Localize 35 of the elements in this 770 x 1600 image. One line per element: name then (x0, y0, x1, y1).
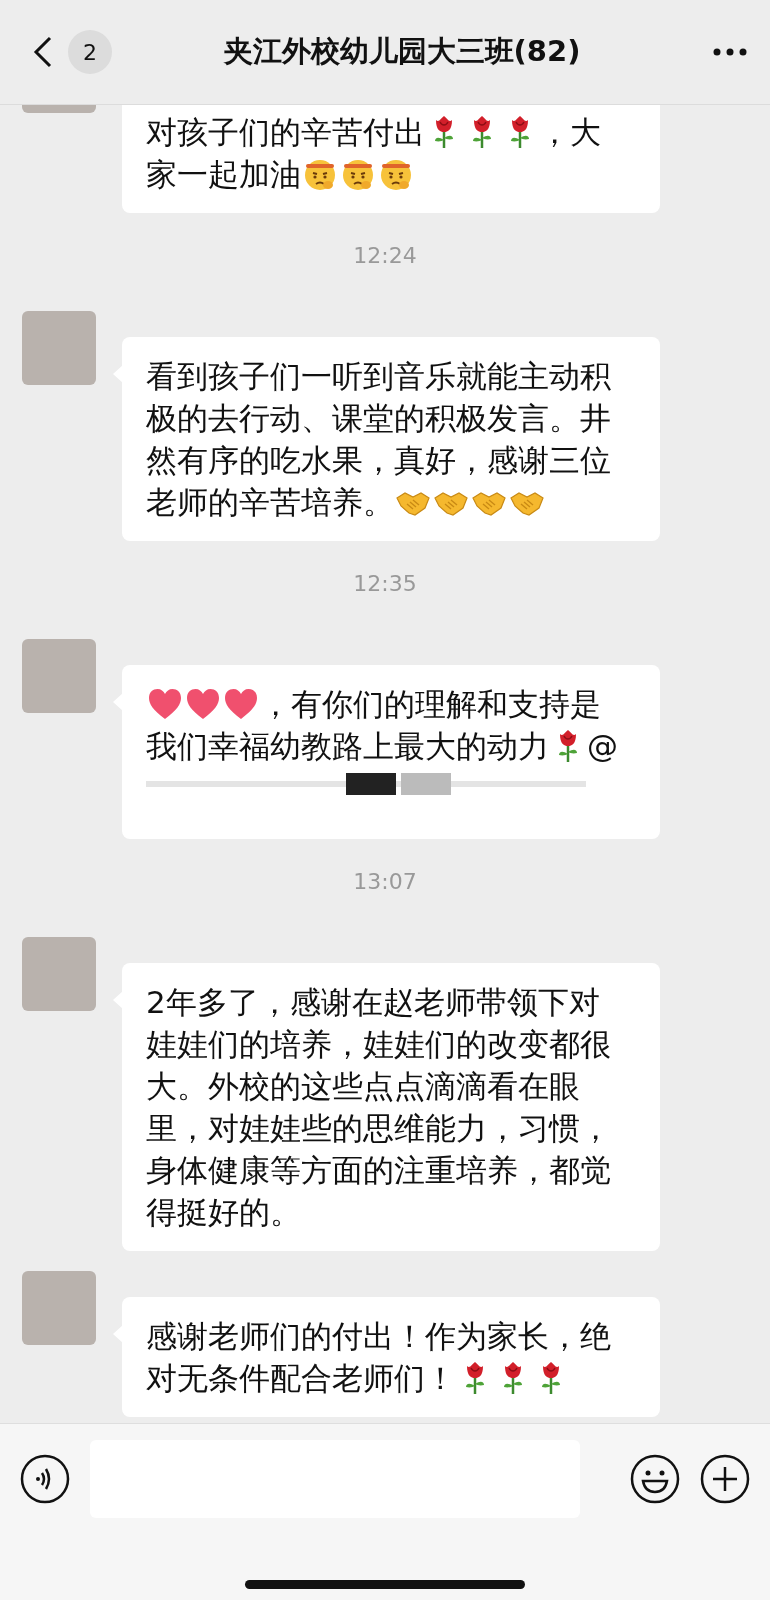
message-text: 家一起加油 (146, 155, 301, 194)
message-text: 2年多了，感谢在赵老师带领下对 (146, 983, 600, 1022)
heart-icon (147, 686, 183, 722)
message-text: 里，对娃娃些的思维能力，习惯， (146, 1109, 611, 1148)
message-text: 我们幸福幼教路上最大的动力 (146, 727, 549, 766)
message-text: 然有序的吃水果，真好，感谢三位 (146, 441, 611, 480)
message-text: 看到孩子们一听到音乐就能主动积 (146, 357, 611, 396)
message-text: 大。外校的这些点点滴滴看在眼 (146, 1067, 580, 1106)
plus-icon[interactable] (700, 1454, 750, 1504)
message-text: 极的去行动、课堂的积极发言。井 (146, 399, 611, 438)
timestamp: 13:07 (353, 869, 417, 895)
message-text: 对无条件配合老师们！ (146, 1359, 456, 1398)
more-icon[interactable] (712, 47, 748, 57)
message-text: 身体健康等方面的注重培养，都觉 (146, 1151, 611, 1190)
message-text: 对孩子们的辛苦付出 (146, 113, 425, 152)
message-text: 感谢老师们的付出！作为家长，绝 (146, 1317, 611, 1356)
message-text: 得挺好的。 (146, 1193, 301, 1232)
chat-title: 夹江外校幼儿园大三班(82) (222, 33, 582, 70)
timestamp: 12:24 (353, 243, 417, 269)
message-text: ，有你们的理解和支持是 (260, 685, 601, 724)
avatar-placeholder[interactable] (22, 937, 96, 1011)
avatar-placeholder[interactable] (22, 105, 96, 113)
heart-icon (223, 686, 259, 722)
emoji-icon[interactable] (630, 1454, 680, 1504)
message-text: 娃娃们的培养，娃娃们的改变都很 (146, 1025, 611, 1064)
avatar-placeholder[interactable] (22, 1271, 96, 1345)
unread-count-badge[interactable]: 2 (68, 30, 112, 74)
timestamp: 12:35 (353, 571, 417, 597)
message-text: 老师的辛苦培养。 (146, 483, 394, 522)
message-text: @ (587, 727, 618, 766)
avatar-placeholder[interactable] (22, 311, 96, 385)
voice-icon[interactable] (20, 1454, 70, 1504)
avatar-placeholder[interactable] (22, 639, 96, 713)
heart-icon (185, 686, 221, 722)
message-text: ，大 (539, 113, 601, 152)
